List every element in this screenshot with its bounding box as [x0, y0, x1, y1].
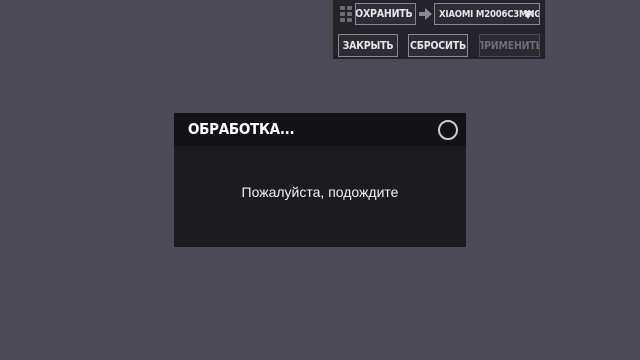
close-button[interactable]: ЗАКРЫТЬ: [338, 34, 398, 57]
close-button-label: ЗАКРЫТЬ: [342, 39, 394, 52]
apply-button[interactable]: ПРИМЕНИТЬ: [479, 34, 540, 57]
arrow-right-icon: [419, 8, 432, 20]
reset-button[interactable]: СБРОСИТЬ: [408, 34, 468, 57]
reset-button-label: СБРОСИТЬ: [410, 39, 466, 52]
drag-handle-icon[interactable]: [340, 6, 352, 22]
processing-dialog: ОБРАБОТКА... Пожалуйста, подождите: [174, 113, 466, 247]
save-in-button[interactable]: СОХРАНИТЬ В: [355, 3, 416, 25]
chevron-down-icon: [523, 11, 533, 19]
device-select[interactable]: XIAOMI M2006C3MNG: [434, 3, 540, 25]
apply-button-label: ПРИМЕНИТЬ: [479, 39, 540, 52]
save-toolbar: СОХРАНИТЬ В XIAOMI M2006C3MNG ЗАКРЫТЬ СБ…: [333, 0, 545, 59]
dialog-message: Пожалуйста, подождите: [241, 184, 399, 200]
loading-spinner-icon: [438, 120, 458, 140]
dialog-title: ОБРАБОТКА...: [188, 120, 295, 138]
dialog-header: ОБРАБОТКА...: [174, 113, 466, 146]
save-in-label: СОХРАНИТЬ В: [355, 8, 415, 20]
